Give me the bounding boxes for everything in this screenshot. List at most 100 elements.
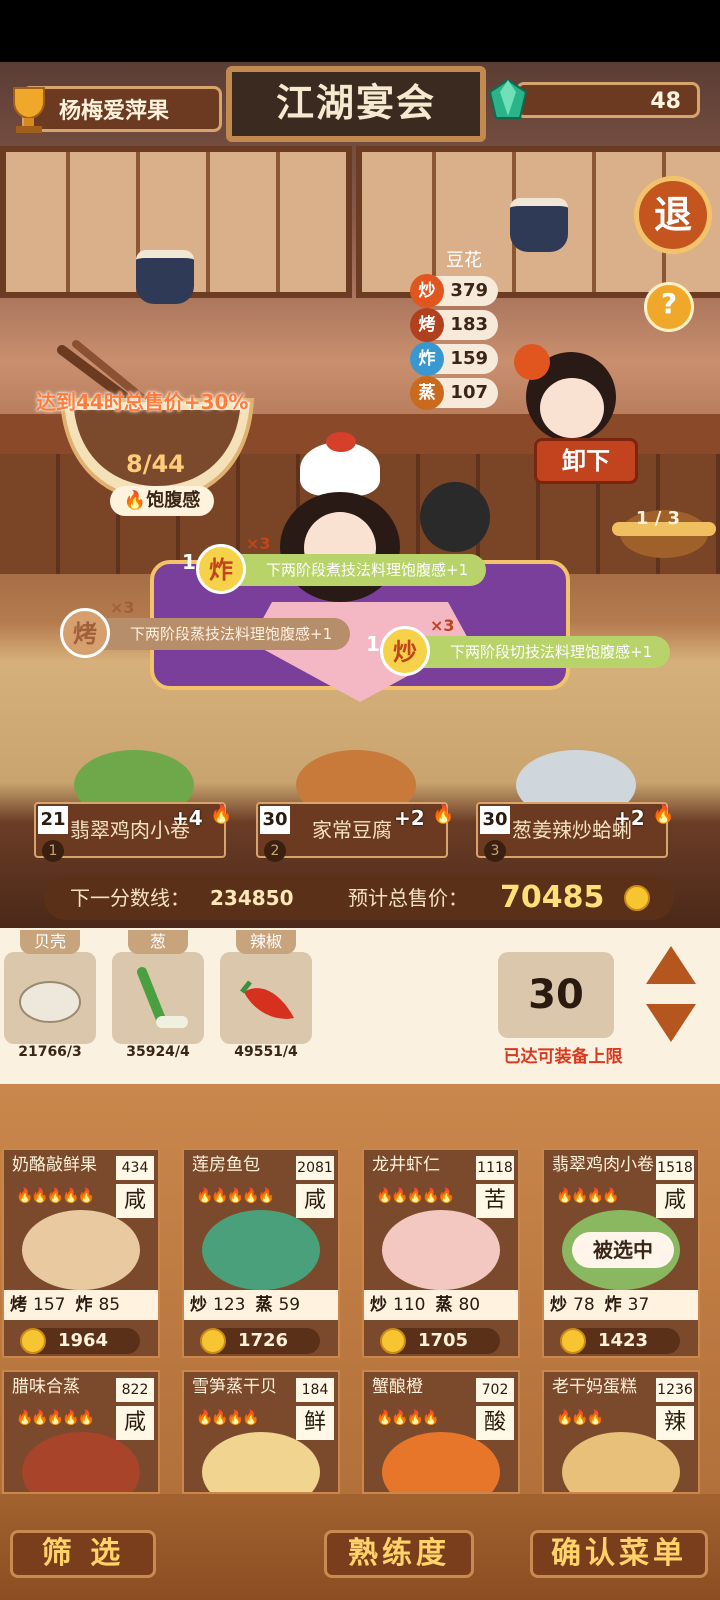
filter-button[interactable]: 筛 选 xyxy=(10,1530,156,1578)
skill-icon: 蒸 xyxy=(410,376,444,410)
ingredient-item[interactable]: 葱 35924/4 xyxy=(112,928,204,1060)
recipe-stock: 434 xyxy=(116,1156,154,1180)
recipe-skills: 炒 78 炸 37 xyxy=(544,1290,698,1320)
skill-value: 37 xyxy=(627,1295,650,1315)
chef-skill: 炒 379 xyxy=(410,274,498,308)
buff-multiplier: ×3 xyxy=(430,616,455,635)
recipe-stock: 1236 xyxy=(656,1378,694,1402)
coin-icon xyxy=(20,1328,46,1354)
ingredient-card xyxy=(112,952,204,1044)
recipe-taste: 咸 xyxy=(296,1184,334,1218)
fire-icon: 🔥 xyxy=(123,490,147,511)
player-badge[interactable]: 杨梅爱萍果 xyxy=(0,82,228,138)
rarity-fire-icons: 🔥🔥🔥 xyxy=(556,1410,604,1426)
recipe-price: 1705 xyxy=(380,1328,500,1354)
dish-bonus: +2 xyxy=(614,806,645,830)
quantity-value[interactable]: 30 xyxy=(498,952,614,1038)
recipe-image xyxy=(22,1432,140,1492)
dish-slot[interactable]: 家常豆腐 30 2 +2 🔥 xyxy=(256,740,456,862)
recipe-card[interactable]: 龙井虾仁 1118 苦 🔥🔥🔥🔥🔥 炒 110 蒸 80 1705 xyxy=(362,1148,520,1358)
recipe-taste: 酸 xyxy=(476,1406,514,1440)
score-bar: 下一分数线： 234850 预计总售价： 70485 xyxy=(44,876,674,920)
exit-button[interactable]: 退 xyxy=(634,176,712,254)
recipe-name: 龙井虾仁 xyxy=(372,1155,440,1175)
recipe-card[interactable]: 翡翠鸡肉小卷 1518 咸 🔥🔥🔥🔥 炒 78 炸 37 1423 被选中 xyxy=(542,1148,700,1358)
recipe-taste: 辣 xyxy=(656,1406,694,1440)
skill-name: 烤 xyxy=(10,1295,27,1315)
skill-value: 59 xyxy=(278,1295,301,1315)
dish-slot[interactable]: 葱姜辣炒蛤蜊 30 3 +2 🔥 xyxy=(476,740,676,862)
dish-bonus: +4 xyxy=(172,806,203,830)
buff-level: 1 xyxy=(182,550,196,574)
dish-slot[interactable]: 翡翠鸡肉小卷 21 1 +4 🔥 xyxy=(34,740,234,862)
roast-skill-icon: 烤 xyxy=(60,608,110,658)
fire-icon: 🔥 xyxy=(210,804,233,825)
recipe-price-value: 1726 xyxy=(237,1330,289,1351)
stir-fry-skill-icon: 炒 xyxy=(380,626,430,676)
help-button[interactable]: ? xyxy=(644,282,694,332)
recipe-card[interactable]: 奶酪敲鲜果 434 咸 🔥🔥🔥🔥🔥 烤 157 炸 85 1964 xyxy=(2,1148,160,1358)
page-title: 江湖宴会 xyxy=(226,66,486,142)
fire-icon: 🔥 xyxy=(652,804,675,825)
chef-page-indicator[interactable]: 1 / 3 xyxy=(628,508,688,529)
skill-value: 123 xyxy=(213,1295,246,1315)
recipe-stock: 184 xyxy=(296,1378,334,1402)
recipe-skills: 炒 123 蒸 59 xyxy=(184,1290,338,1320)
recipe-image xyxy=(382,1432,500,1492)
recipe-stock: 822 xyxy=(116,1378,154,1402)
ingredient-item[interactable]: 辣椒 49551/4 xyxy=(220,928,312,1060)
status-bar xyxy=(0,0,720,62)
rarity-fire-icons: 🔥🔥🔥🔥🔥 xyxy=(376,1188,455,1204)
recipe-taste: 咸 xyxy=(116,1184,154,1218)
next-score-value: 234850 xyxy=(210,886,294,910)
recipe-card[interactable]: 腊味合蒸 822 咸 🔥🔥🔥🔥🔥 xyxy=(2,1370,160,1494)
trophy-icon xyxy=(13,87,45,133)
selected-tag: 被选中 xyxy=(572,1232,674,1268)
buff-text: 下两阶段蒸技法料理饱腹感+1 xyxy=(70,618,350,650)
recipe-card[interactable]: 老干妈蛋糕 1236 辣 🔥🔥🔥 xyxy=(542,1370,700,1494)
recipe-price: 1726 xyxy=(200,1328,320,1354)
recipe-price: 1964 xyxy=(20,1328,140,1354)
skill-value: 379 xyxy=(450,280,488,301)
ingredient-item[interactable]: 贝壳 21766/3 xyxy=(4,928,96,1060)
recipe-card[interactable]: 莲房鱼包 2081 咸 🔥🔥🔥🔥🔥 炒 123 蒸 59 1726 xyxy=(182,1148,340,1358)
ingredient-card xyxy=(220,952,312,1044)
unload-button[interactable]: 卸下 xyxy=(534,438,638,484)
rarity-fire-icons: 🔥🔥🔥🔥🔥 xyxy=(16,1188,95,1204)
recipe-card[interactable]: 蟹酿橙 702 酸 🔥🔥🔥🔥 xyxy=(362,1370,520,1494)
skill-value: 183 xyxy=(450,314,488,335)
recipe-price-value: 1705 xyxy=(417,1330,469,1351)
fire-icon: 🔥 xyxy=(432,804,455,825)
satiety-fill: 8/44 xyxy=(126,450,185,478)
coin-icon xyxy=(624,885,650,911)
confirm-menu-button[interactable]: 确认菜单 xyxy=(530,1530,708,1578)
skill-name: 炒 xyxy=(550,1295,567,1315)
lantern-icon xyxy=(510,198,568,252)
recipe-name: 老干妈蛋糕 xyxy=(552,1377,637,1397)
dish-slot-index: 1 xyxy=(42,840,64,862)
recipe-name: 莲房鱼包 xyxy=(192,1155,260,1175)
buff-multiplier: ×3 xyxy=(110,598,135,617)
rarity-fire-icons: 🔥🔥🔥🔥 xyxy=(556,1188,620,1204)
ingredient-count: 35924/4 xyxy=(126,1044,190,1060)
proficiency-button[interactable]: 熟练度 xyxy=(324,1530,474,1578)
coin-icon xyxy=(380,1328,406,1354)
recipe-name: 蟹酿橙 xyxy=(372,1377,423,1397)
satiety-bonus-text: 达到44时总售价+30% xyxy=(36,390,249,414)
recipe-taste: 鲜 xyxy=(296,1406,334,1440)
rarity-fire-icons: 🔥🔥🔥🔥🔥 xyxy=(196,1188,275,1204)
recipe-image xyxy=(22,1210,140,1290)
recipe-taste: 苦 xyxy=(476,1184,514,1218)
chili-icon xyxy=(220,952,312,1044)
ingredient-card xyxy=(4,952,96,1044)
recipe-card[interactable]: 雪笋蒸干贝 184 鲜 🔥🔥🔥🔥 xyxy=(182,1370,340,1494)
recipe-name: 奶酪敲鲜果 xyxy=(12,1155,97,1175)
dish-count: 30 xyxy=(480,806,510,834)
recipe-image xyxy=(562,1432,680,1492)
chef-skill: 蒸 107 xyxy=(410,376,498,410)
dish-slot-index: 2 xyxy=(264,840,286,862)
dish-bonus: +2 xyxy=(394,806,425,830)
recipe-stock: 2081 xyxy=(296,1156,334,1180)
recipe-stock: 1518 xyxy=(656,1156,694,1180)
recipe-skills: 炒 110 蒸 80 xyxy=(364,1290,518,1320)
